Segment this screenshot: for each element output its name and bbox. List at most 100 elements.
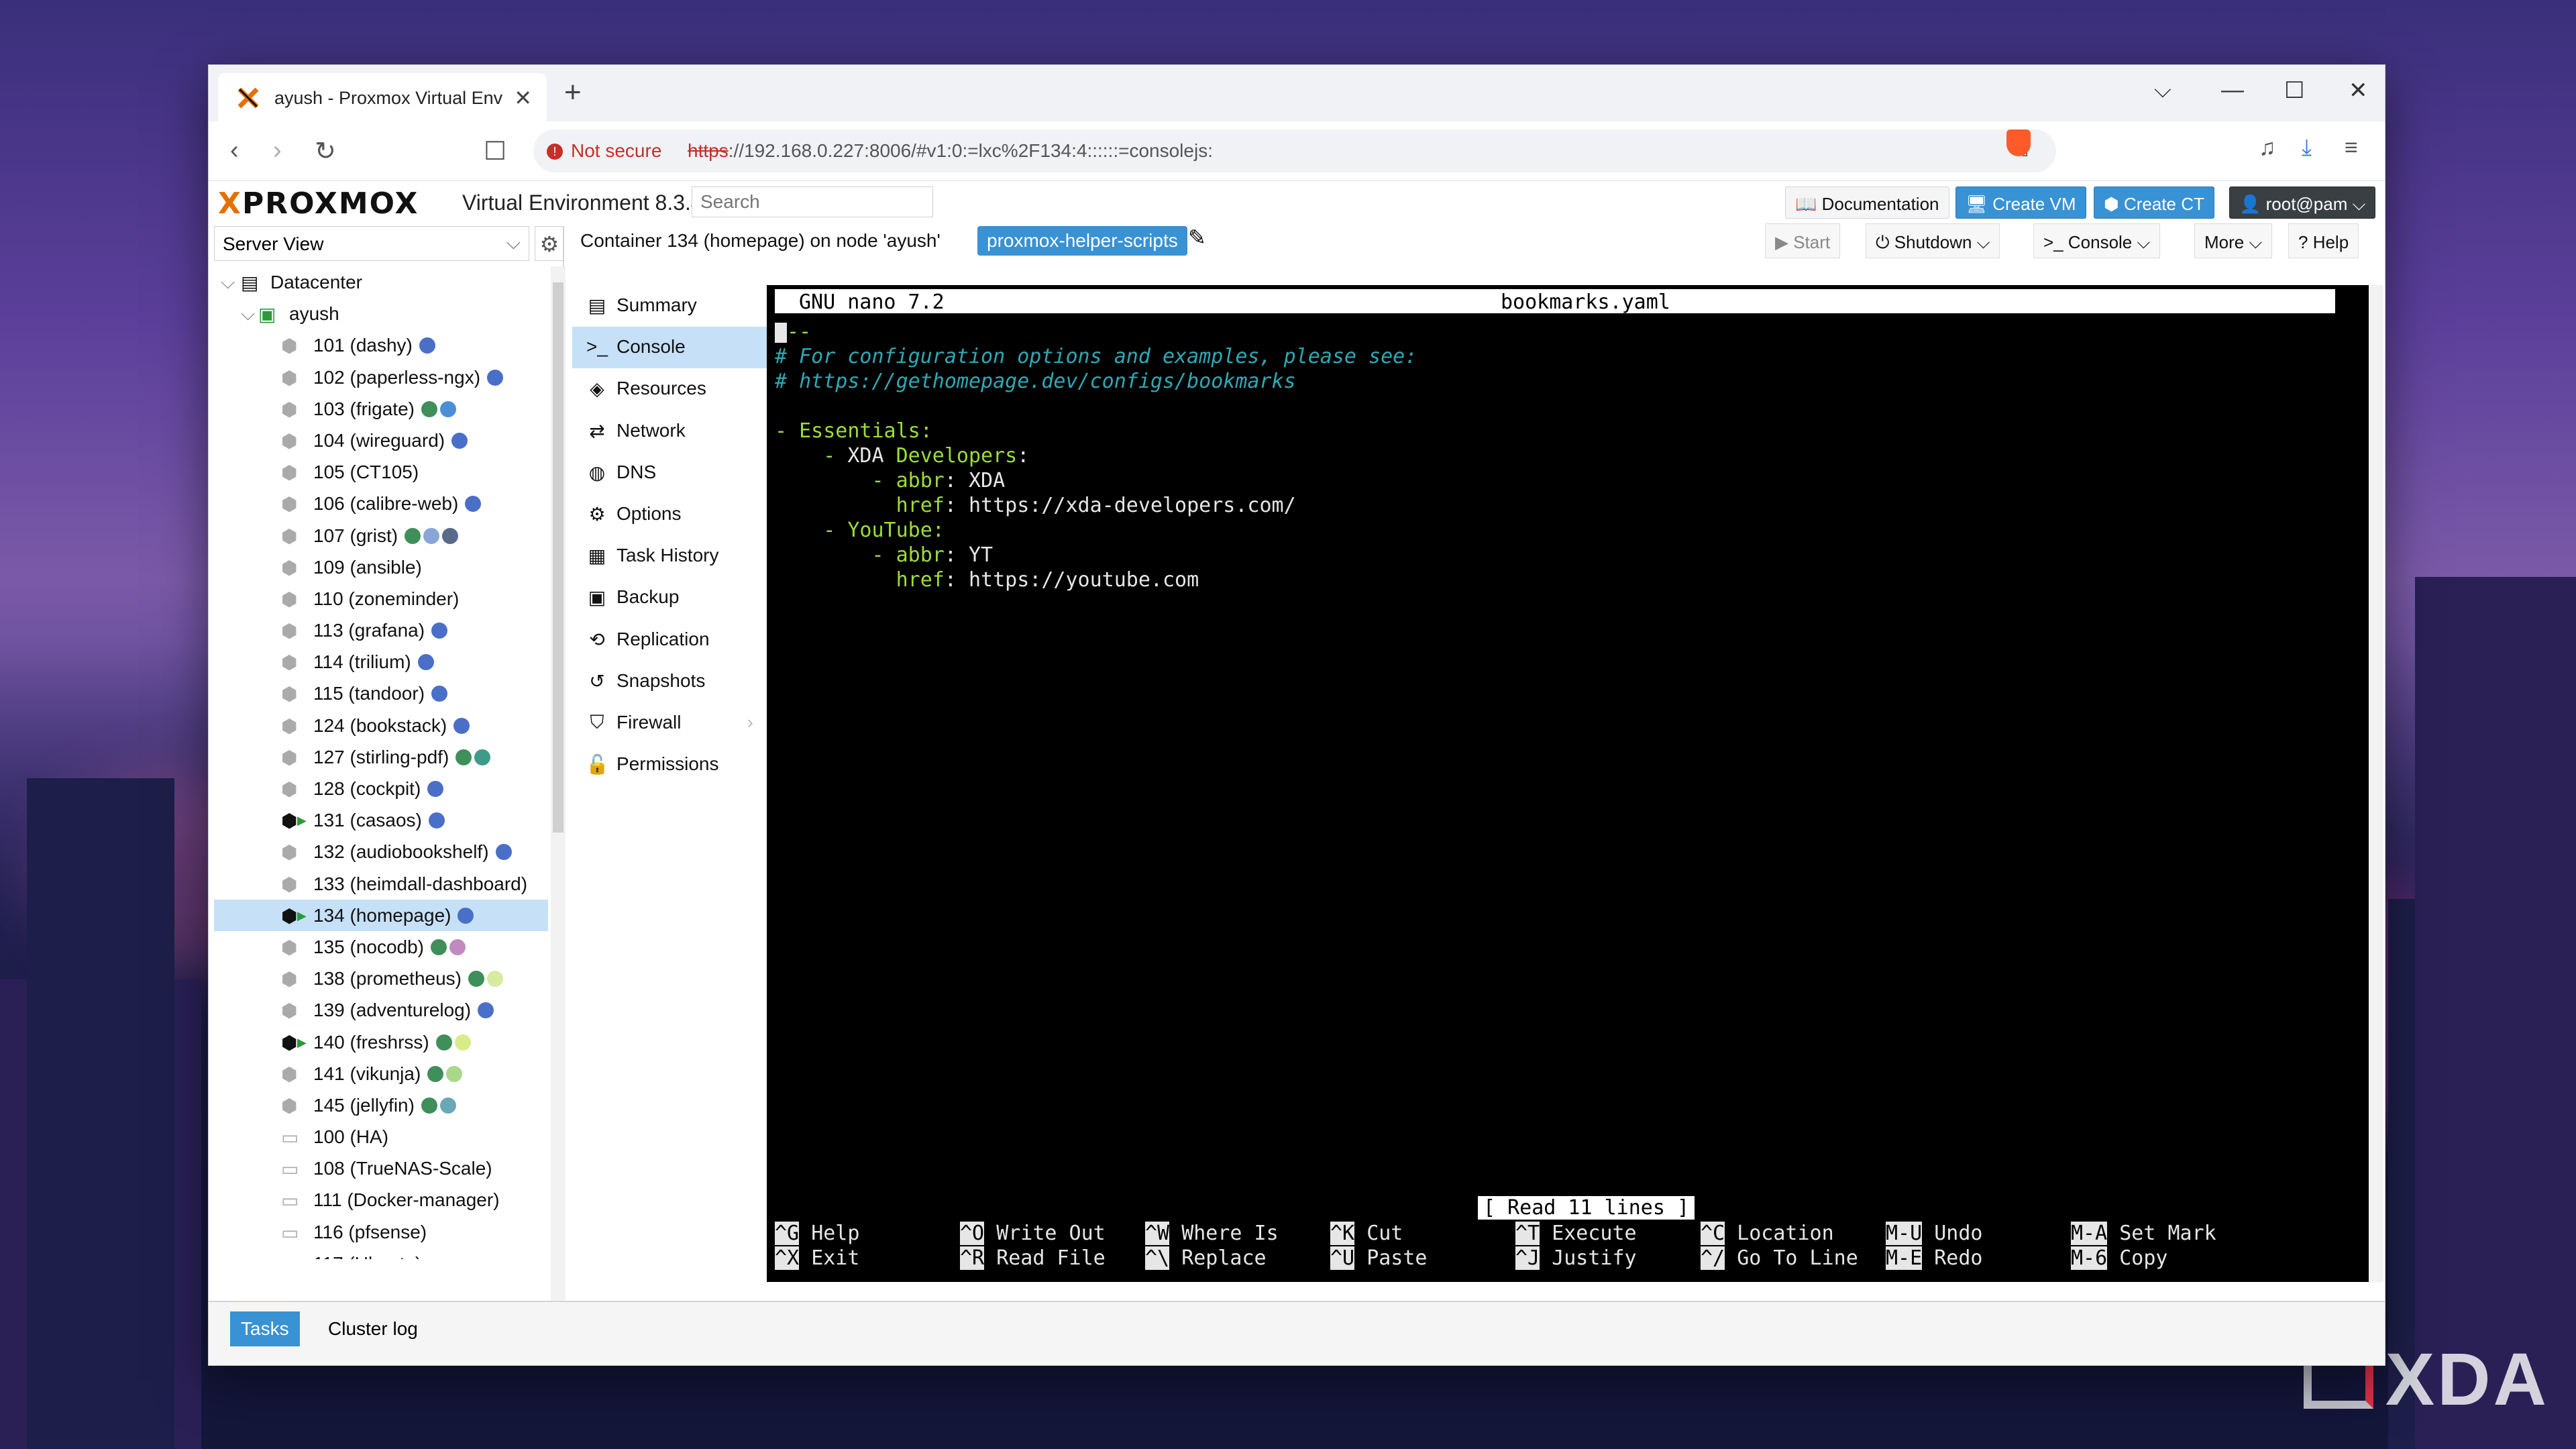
tree-item[interactable]: ⬢ ▶ 140 (freshrss) xyxy=(214,1026,548,1058)
tree-item[interactable]: ▭ 117 (Ubuntu) xyxy=(214,1248,548,1259)
server-view-select[interactable]: Server View ⌵ xyxy=(214,226,529,261)
tree-item[interactable]: ⬢ 139 (adventurelog) xyxy=(214,994,548,1026)
tag-dots xyxy=(421,1095,459,1116)
vm-icon: ▭ xyxy=(281,1127,299,1148)
tree-item[interactable]: ▭ 108 (TrueNAS-Scale) xyxy=(214,1152,548,1184)
container-icon: ⬢ xyxy=(281,588,298,610)
tree-item[interactable]: ⬢ 127 (stirling-pdf) xyxy=(214,741,548,773)
menu-item-network[interactable]: ⇄ Network xyxy=(572,411,767,452)
collapse-icon[interactable]: ⌵ xyxy=(221,272,235,294)
tree-item[interactable]: ⬢ 133 (heimdall-dashboard) xyxy=(214,868,548,900)
download-icon[interactable]: ⤓ xyxy=(2302,135,2312,161)
close-tab-icon[interactable]: ✕ xyxy=(514,85,532,111)
gear-icon[interactable]: ⚙ xyxy=(535,226,564,261)
tasks-tab[interactable]: Tasks xyxy=(230,1311,300,1346)
tree-item[interactable]: ⬢ 128 (cockpit) xyxy=(214,773,548,804)
tree-item[interactable]: ⬢ 109 (ansible) xyxy=(214,551,548,583)
documentation-button[interactable]: 📖 Documentation xyxy=(1785,186,1949,219)
tag-dot xyxy=(465,496,482,513)
tree-item[interactable]: ⬢ ▶ 134 (homepage) xyxy=(214,899,548,931)
console-terminal[interactable]: GNU nano 7.2 bookmarks.yaml [ Read 11 li… xyxy=(767,285,2369,1282)
maximize-icon[interactable]: ☐ xyxy=(2284,77,2304,104)
url-text[interactable]: https://192.168.0.227:8006/#v1:0:=lxc%2F… xyxy=(688,140,1213,162)
menu-item-replication[interactable]: ⟲ Replication xyxy=(572,619,767,661)
cluster-log-tab[interactable]: Cluster log xyxy=(317,1311,429,1346)
tree-item[interactable]: ⬢ 104 (wireguard) xyxy=(214,425,548,456)
tree-item-text: 101 (dashy) xyxy=(313,335,438,356)
not-secure-indicator[interactable]: ! Not secure xyxy=(547,140,661,162)
menu-item-firewall[interactable]: ⛉ Firewall › xyxy=(572,702,767,744)
tree-item[interactable]: ⬢ 132 (audiobookshelf) xyxy=(214,836,548,867)
tree-item[interactable]: ⬢ 103 (frigate) xyxy=(214,393,548,425)
menu-item-task-history[interactable]: ▦ Task History xyxy=(572,535,767,577)
more-button[interactable]: More ⌵ xyxy=(2194,223,2273,258)
tag-dot xyxy=(423,527,440,544)
search-input[interactable] xyxy=(692,186,933,217)
container-icon: ⬢ xyxy=(281,621,298,642)
tree-item[interactable]: ⬢ ▶ 131 (casaos) xyxy=(214,804,548,836)
tree-item[interactable]: ⬢ 106 (calibre-web) xyxy=(214,488,548,519)
resource-tree-panel: Server View ⌵ ⚙ ⌵ ▤ Datacenter ⌵ ▣ ayush ⬢ 101… xyxy=(214,226,566,1363)
create-ct-button[interactable]: ⬢ Create CT xyxy=(2094,186,2214,219)
menu-item-console[interactable]: >_ Console xyxy=(572,327,767,369)
tree-item[interactable]: ▭ 111 (Docker-manager) xyxy=(214,1184,548,1216)
tree-item[interactable]: ⬢ 110 (zoneminder) xyxy=(214,583,548,614)
user-menu-button[interactable]: 👤 root@pam ⌵ xyxy=(2229,186,2376,219)
menu-item-snapshots[interactable]: ↺ Snapshots xyxy=(572,661,767,702)
tree-item[interactable]: ⬢ 138 (prometheus) xyxy=(214,963,548,994)
shutdown-button[interactable]: ⏻ Shutdown ⌵ xyxy=(1866,223,2000,258)
start-button[interactable]: ▶ Start xyxy=(1765,223,1841,258)
menu-item-permissions[interactable]: 🔓 Permissions xyxy=(572,744,767,786)
bottom-panel: Tasks Cluster log xyxy=(209,1301,2385,1365)
tree-datacenter[interactable]: ⌵ ▤ Datacenter xyxy=(214,266,548,298)
menu-icon[interactable]: ≡ xyxy=(2345,135,2358,161)
container-icon: ⬢ xyxy=(281,1095,298,1116)
menu-item-summary[interactable]: ▤ Summary xyxy=(572,285,767,327)
browser-window: ayush - Proxmox Virtual Environ ✕ + ⌵ — … xyxy=(208,64,2385,1366)
nano-shortcut: ^/ Go To Line xyxy=(1701,1246,1858,1270)
tree-item[interactable]: ▭ 116 (pfsense) xyxy=(214,1216,548,1248)
forward-icon[interactable]: › xyxy=(273,136,282,165)
help-button[interactable]: ? Help xyxy=(2288,223,2359,258)
tree-item[interactable]: ⬢ 102 (paperless-ngx) xyxy=(214,362,548,393)
tag-badge[interactable]: proxmox-helper-scripts xyxy=(977,226,1187,256)
tree-node[interactable]: ⌵ ▣ ayush xyxy=(214,298,548,329)
console-button[interactable]: >_ Console ⌵ xyxy=(2033,223,2161,258)
edit-tags-icon[interactable]: ✎ xyxy=(1188,225,1206,250)
shortcut-key: ^T xyxy=(1515,1222,1540,1245)
tree-item[interactable]: ⬢ 113 (grafana) xyxy=(214,614,548,646)
tree-item[interactable]: ⬢ 114 (trilium) xyxy=(214,646,548,678)
tree-item[interactable]: ⬢ 141 (vikunja) xyxy=(214,1058,548,1089)
tab-search-chevron-icon[interactable]: ⌵ xyxy=(2154,77,2171,103)
tree-item[interactable]: ⬢ 124 (bookstack) xyxy=(214,710,548,741)
shortcut-label: Justify xyxy=(1552,1246,1637,1270)
reload-icon[interactable]: ↻ xyxy=(315,136,336,166)
new-tab-icon[interactable]: + xyxy=(564,76,582,109)
create-vm-button[interactable]: 🖥 Create VM xyxy=(1955,186,2086,219)
close-window-icon[interactable]: ✕ xyxy=(2349,77,2368,104)
media-icon[interactable]: ♫ xyxy=(2259,135,2276,161)
tree-item[interactable]: ⬢ 101 (dashy) xyxy=(214,329,548,361)
bookmark-icon[interactable]: ☐ xyxy=(484,136,506,166)
tree-item[interactable]: ⬢ 105 (CT105) xyxy=(214,456,548,488)
menu-item-dns[interactable]: ◍ DNS xyxy=(572,452,767,494)
nano-shortcut: M-6 Copy xyxy=(2071,1246,2168,1270)
tree-item[interactable]: ⬢ 145 (jellyfin) xyxy=(214,1089,548,1121)
back-icon[interactable]: ‹ xyxy=(230,136,239,165)
address-bar[interactable]: ! Not secure https://192.168.0.227:8006/#… xyxy=(533,129,2056,172)
menu-item-resources[interactable]: ◈ Resources xyxy=(572,368,767,410)
terminal-scrollbar[interactable] xyxy=(2369,285,2383,1282)
snapshots-icon: ↺ xyxy=(589,670,605,692)
tree-item[interactable]: ⬢ 107 (grist) xyxy=(214,520,548,551)
tag-dots xyxy=(478,1000,496,1021)
browser-tab[interactable]: ayush - Proxmox Virtual Environ ✕ xyxy=(218,73,547,121)
tree-item[interactable]: ⬢ 115 (tandoor) xyxy=(214,678,548,709)
brave-shield-icon[interactable] xyxy=(2006,129,2031,156)
collapse-icon[interactable]: ⌵ xyxy=(241,303,255,325)
tree-item[interactable]: ▭ 100 (HA) xyxy=(214,1121,548,1152)
minimize-icon[interactable]: — xyxy=(2221,77,2244,103)
menu-item-options[interactable]: ⚙ Options xyxy=(572,494,767,535)
tree-item[interactable]: ⬢ 135 (nocodb) xyxy=(214,931,548,963)
tree-scrollbar[interactable] xyxy=(551,266,566,1313)
menu-item-backup[interactable]: ▣ Backup xyxy=(572,577,767,619)
